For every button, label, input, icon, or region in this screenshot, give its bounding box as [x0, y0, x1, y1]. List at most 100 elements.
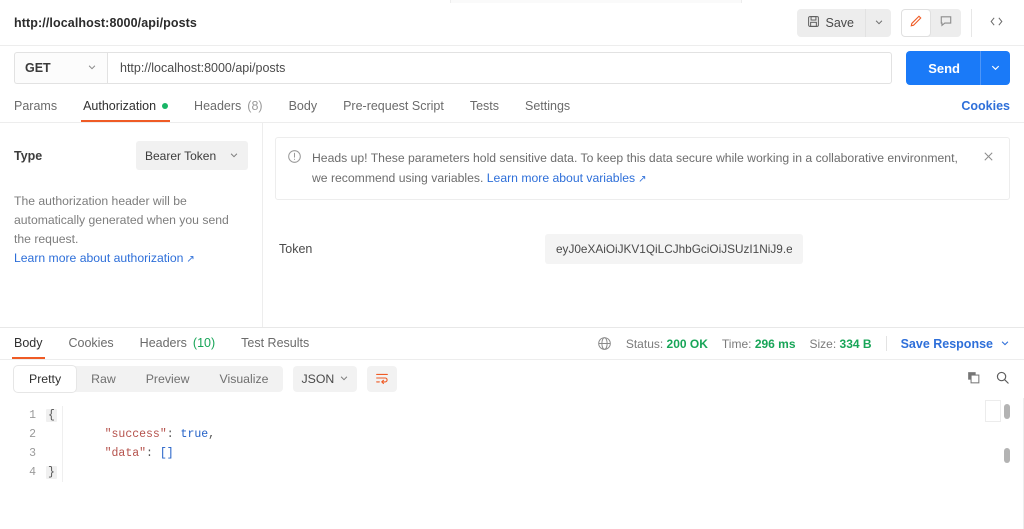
- tab-params[interactable]: Params: [14, 99, 57, 122]
- size-label: Size:: [809, 336, 837, 351]
- request-title-bar: http://localhost:8000/api/posts Save: [0, 0, 1024, 46]
- sensitive-data-banner-text: Heads up! These parameters hold sensitiv…: [312, 148, 966, 189]
- tab-body[interactable]: Body: [289, 99, 318, 122]
- tab-headers[interactable]: Headers (8): [194, 99, 263, 122]
- size-badge: Size: 334 B: [810, 337, 872, 351]
- save-options-button[interactable]: [865, 8, 891, 37]
- close-icon: [982, 150, 995, 166]
- exclamation-circle-icon: [287, 149, 302, 169]
- response-tab-body[interactable]: Body: [12, 336, 44, 359]
- status-badge: Status: 200 OK: [626, 337, 708, 351]
- tab-settings[interactable]: Settings: [525, 99, 570, 122]
- code-snippet-button[interactable]: [982, 9, 1010, 37]
- code-line-2: "success": true,: [77, 425, 1024, 444]
- tab-body-label: Body: [288, 99, 318, 113]
- response-view-segment: Pretty Raw Preview Visualize: [14, 366, 284, 392]
- page-title: http://localhost:8000/api/posts: [14, 15, 197, 30]
- comment-icon: [939, 14, 953, 31]
- tab-params-label: Params: [14, 99, 58, 113]
- url-bar: GET Send: [0, 46, 1024, 90]
- close-brace: }: [46, 466, 57, 479]
- send-options-button[interactable]: [980, 51, 1010, 85]
- token-label: Token: [279, 241, 313, 256]
- send-button-group: Send: [906, 51, 1010, 85]
- view-raw-button[interactable]: Raw: [76, 366, 131, 392]
- response-tab-cookies[interactable]: Cookies: [69, 336, 114, 359]
- scrollbar-thumb-bottom[interactable]: [1004, 448, 1010, 463]
- url-input[interactable]: [107, 52, 893, 84]
- tab-authorization[interactable]: Authorization: [81, 99, 171, 122]
- status-label: Status:: [625, 336, 664, 351]
- copy-button[interactable]: [966, 370, 981, 388]
- http-method-label: GET: [25, 61, 51, 75]
- view-preview-button[interactable]: Preview: [131, 366, 205, 392]
- tab-stub: [450, 0, 742, 3]
- line-number: 1: [29, 409, 36, 422]
- code-content: 1 2 3 4 { } "success": true, "data": []: [0, 398, 1024, 482]
- response-body-toolbar: Pretty Raw Preview Visualize JSON: [0, 360, 1024, 398]
- toolbar-divider: [971, 8, 972, 37]
- response-tab-headers[interactable]: Headers (10): [140, 336, 215, 359]
- http-method-select[interactable]: GET: [14, 52, 107, 84]
- learn-more-authorization-link[interactable]: Learn more about authorization ↗: [14, 251, 195, 265]
- auth-type-value: Bearer Token: [145, 148, 217, 163]
- cookies-link[interactable]: Cookies: [961, 99, 1010, 122]
- json-key-data: "data": [104, 447, 147, 460]
- json-colon: :: [166, 428, 181, 441]
- save-button[interactable]: Save: [796, 8, 865, 37]
- response-body-actions: [966, 370, 1010, 388]
- scrollbar-frame: [985, 400, 1001, 422]
- authorization-main: Heads up! These parameters hold sensitiv…: [263, 123, 1024, 327]
- response-format-select[interactable]: JSON: [293, 366, 358, 392]
- response-meta: Status: 200 OK Time: 296 ms Size: 334 B …: [597, 336, 1010, 359]
- title-bar-actions: Save: [796, 8, 1011, 37]
- scrollbar-thumb-top[interactable]: [1004, 404, 1010, 419]
- auth-description: The authorization header will be automat…: [14, 194, 229, 246]
- view-pretty-button[interactable]: Pretty: [14, 366, 77, 392]
- line-number: 2: [29, 428, 36, 441]
- tab-tests[interactable]: Tests: [470, 99, 499, 122]
- tab-pre-request-script[interactable]: Pre-request Script: [343, 99, 444, 122]
- chevron-down-icon: [1000, 337, 1010, 351]
- chevron-down-icon: [87, 59, 97, 77]
- edit-mode-button[interactable]: [901, 8, 931, 37]
- line-number-gutter: 1 2 3 4: [0, 406, 46, 482]
- authorization-status-dot: [162, 103, 169, 109]
- response-tab-cookies-label: Cookies: [68, 336, 114, 350]
- search-button[interactable]: [995, 370, 1010, 388]
- response-body-viewer[interactable]: 1 2 3 4 { } "success": true, "data": []: [0, 398, 1024, 529]
- save-response-label: Save Response: [900, 336, 993, 351]
- learn-more-authorization-label: Learn more about authorization: [14, 250, 184, 265]
- chevron-down-icon: [990, 61, 1001, 76]
- close-banner-button[interactable]: [976, 148, 997, 165]
- comment-button[interactable]: [931, 9, 961, 37]
- save-response-button[interactable]: Save Response: [901, 337, 1010, 351]
- send-button[interactable]: Send: [906, 51, 980, 85]
- json-colon: :: [146, 447, 160, 460]
- token-input[interactable]: [545, 233, 803, 264]
- response-scrollbar[interactable]: [985, 398, 1010, 529]
- response-tab-test-results[interactable]: Test Results: [241, 336, 309, 359]
- authorization-panel: Type Bearer Token The authorization head…: [0, 123, 1024, 327]
- status-value: 200 OK: [666, 336, 708, 351]
- time-badge: Time: 296 ms: [722, 337, 796, 351]
- chevron-down-icon: [339, 372, 349, 386]
- token-row: Token: [275, 233, 1010, 264]
- view-mode-toggle: [901, 8, 961, 37]
- word-wrap-button[interactable]: [367, 366, 398, 392]
- json-comma: ,: [208, 428, 216, 441]
- auth-type-label: Type: [14, 148, 43, 163]
- auth-type-select[interactable]: Bearer Token: [136, 141, 248, 170]
- tab-headers-count: (8): [247, 99, 263, 113]
- response-tab-headers-label: Headers: [139, 336, 187, 350]
- meta-divider: [885, 336, 887, 351]
- sensitive-data-banner: Heads up! These parameters hold sensitiv…: [275, 137, 1010, 200]
- code-lines: "success": true, "data": []: [62, 406, 1024, 482]
- code-fold-gutter[interactable]: { }: [46, 406, 62, 482]
- learn-more-variables-link[interactable]: Learn more about variables ↗: [487, 171, 647, 185]
- view-visualize-button[interactable]: Visualize: [204, 366, 283, 392]
